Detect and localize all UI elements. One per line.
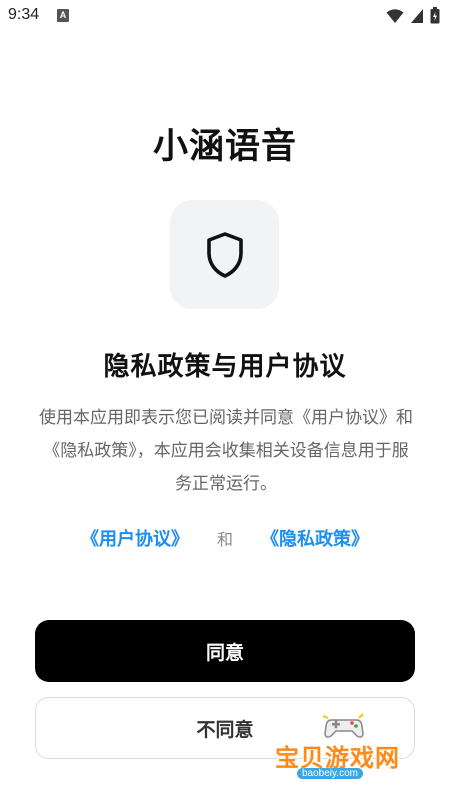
shield-icon [206, 231, 243, 278]
wifi-icon [386, 8, 404, 23]
and-label: 和 [216, 530, 233, 549]
app-title: 小涵语音 [152, 127, 297, 167]
agree-button[interactable]: 同意 [35, 620, 415, 682]
user-agreement-link[interactable]: 《用户协议》 [81, 525, 189, 551]
cell-signal-icon [411, 8, 423, 23]
watermark-url: baobeiy.com [297, 768, 363, 779]
privacy-policy-link[interactable]: 《隐私政策》 [261, 525, 369, 551]
notification-a-icon: A [57, 9, 69, 22]
policy-description: 使用本应用即表示您已阅读并同意《用户协议》和《隐私政策》，本应用会收集相关设备信… [39, 408, 413, 494]
policy-title: 隐私政策与用户协议 [103, 352, 347, 382]
watermark: 宝贝游戏网 baobeiy.com [275, 708, 420, 779]
status-bar: 9:34 A [0, 0, 450, 32]
status-time: 9:34 [8, 6, 40, 23]
shield-icon-container [170, 200, 279, 309]
policy-links: 《用户协议》 和 《隐私政策》 [0, 525, 450, 551]
gamepad-icon [323, 713, 364, 738]
status-icons [386, 7, 440, 24]
battery-icon [430, 7, 440, 24]
